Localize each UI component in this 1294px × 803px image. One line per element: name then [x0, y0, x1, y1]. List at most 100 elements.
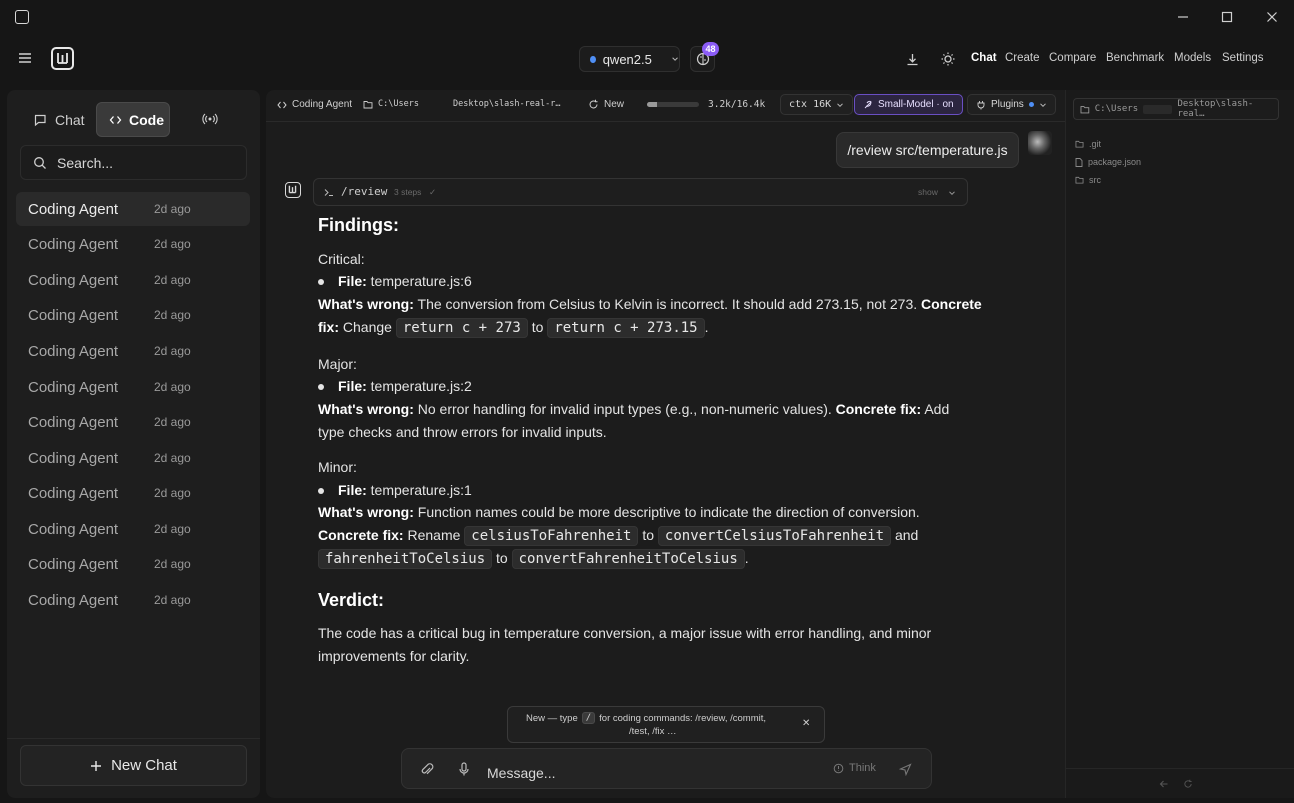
window-titlebar [0, 0, 1294, 34]
code-brackets-icon [109, 115, 122, 124]
model-selector[interactable]: qwen2.5 [579, 46, 680, 72]
verdict-heading: Verdict: [318, 590, 385, 610]
chevron-down-icon [949, 191, 955, 196]
nav-create[interactable]: Create [1005, 52, 1040, 64]
theme-toggle-sun-icon[interactable] [940, 51, 956, 67]
plug-icon [977, 100, 985, 109]
nav-compare[interactable]: Compare [1049, 52, 1096, 64]
conversation-title: Coding Agent [28, 378, 119, 396]
nav-benchmark[interactable]: Benchmark [1106, 52, 1164, 64]
tab-code[interactable]: Code [96, 102, 170, 137]
conversation-item[interactable]: Coding Agent 2d ago [16, 298, 250, 332]
conversation-time: 2d ago [154, 202, 191, 216]
toast-prefix: New — type [526, 712, 578, 724]
conversation-item[interactable]: Coding Agent 2d ago [16, 441, 250, 475]
agent-breadcrumb[interactable]: Coding Agent [277, 99, 352, 110]
minimize-button[interactable] [1172, 6, 1194, 28]
chat-bubble-icon [34, 114, 46, 127]
file-tree-item[interactable]: package.json [1075, 157, 1141, 167]
search-input[interactable]: Search... [20, 145, 247, 180]
tool-steps-bar[interactable]: /review 3 steps ✓ show [313, 178, 968, 206]
conversation-time: 2d ago [154, 344, 191, 358]
conversation-item[interactable]: Coding Agent 2d ago [16, 512, 250, 546]
folder-icon [363, 100, 373, 108]
conversation-item[interactable]: Coding Agent 2d ago [16, 227, 250, 261]
message-input[interactable]: Message... [487, 765, 555, 781]
to-word: to [531, 319, 544, 335]
file-name: src [1089, 175, 1101, 185]
context-size-select[interactable]: ctx 16K [780, 94, 854, 115]
file-label: File: [338, 482, 367, 498]
minor-fix-prefix: Rename [407, 527, 461, 543]
critical-wrong-line: What's wrong: The conversion from Celsiu… [318, 293, 982, 316]
major-wrong: No error handling for invalid input type… [417, 401, 832, 417]
user-message: /review src/temperature.js [836, 132, 1019, 168]
inline-code: fahrenheitToCelsius [318, 549, 493, 569]
plugins-label: Plugins [991, 99, 1024, 110]
explorer-path[interactable]: C:\Users Desktop\slash-real… [1073, 98, 1279, 120]
send-icon[interactable] [899, 763, 912, 776]
workspace-path[interactable]: C:\Users [363, 99, 419, 109]
app-logo-icon [51, 47, 74, 70]
file-tree-item[interactable]: .git [1075, 139, 1101, 149]
major-fix: Add [924, 401, 950, 417]
steps-show-toggle[interactable]: show [918, 187, 938, 197]
nav-models[interactable]: Models [1174, 52, 1211, 64]
menu-icon[interactable] [16, 49, 34, 67]
app-icon [15, 10, 29, 24]
file-label: File: [338, 273, 367, 289]
conversation-item[interactable]: Coding Agent 2d ago [16, 583, 250, 617]
paperclip-icon[interactable] [420, 762, 434, 777]
conversation-item[interactable]: Coding Agent 2d ago [16, 476, 250, 510]
token-progress-fill [647, 102, 658, 107]
conversation-time: 2d ago [154, 308, 191, 322]
back-arrow-icon[interactable] [1159, 779, 1169, 789]
conversation-item[interactable]: Coding Agent 2d ago [16, 334, 250, 368]
new-chat-button[interactable]: New Chat [20, 745, 247, 786]
conversation-title: Coding Agent [28, 200, 119, 218]
toast-line-1: New — type / for coding commands: /revie… [526, 712, 766, 724]
nav-settings[interactable]: Settings [1222, 52, 1264, 64]
folder-icon [1080, 105, 1090, 113]
new-session-button[interactable]: New [588, 99, 624, 110]
refresh-icon [589, 99, 598, 109]
wrong-label: What's wrong: [318, 296, 414, 312]
refresh-icon[interactable] [1183, 779, 1193, 789]
conversation-time: 2d ago [154, 273, 191, 287]
close-window-button[interactable] [1261, 6, 1283, 28]
critical-file: temperature.js:6 [370, 273, 472, 289]
conversation-time: 2d ago [154, 557, 191, 571]
steps-check-icon: ✓ [429, 187, 437, 197]
small-model-toggle[interactable]: Small-Model · on [854, 94, 963, 115]
inline-code: convertFahrenheitToCelsius [511, 549, 745, 569]
minor-wrong: Function names could be more descriptive… [417, 504, 920, 520]
plugins-select[interactable]: Plugins [967, 94, 1056, 115]
tab-chat[interactable]: Chat [22, 104, 90, 136]
conversation-item[interactable]: Coding Agent 2d ago [16, 405, 250, 439]
major-label: Major: [318, 356, 357, 372]
nav-chat[interactable]: Chat [971, 52, 997, 64]
inline-code: return c + 273.15 [547, 318, 705, 338]
maximize-button[interactable] [1216, 6, 1238, 28]
file-tree-item[interactable]: src [1075, 175, 1101, 185]
redacted-username [1143, 104, 1173, 114]
folder-icon [1075, 140, 1084, 148]
major-file-line: File: temperature.js:2 [338, 375, 472, 398]
think-toggle[interactable]: Think [833, 762, 876, 774]
search-placeholder: Search... [57, 154, 114, 171]
model-status-dot [590, 55, 596, 63]
conversation-title: Coding Agent [28, 342, 119, 360]
user-avatar [1028, 131, 1052, 155]
microphone-icon[interactable] [458, 762, 470, 777]
conversation-time: 2d ago [154, 486, 191, 500]
conversation-item[interactable]: Coding Agent 2d ago [16, 192, 250, 226]
toast-close-icon[interactable]: ✕ [802, 718, 810, 729]
feather-icon [864, 100, 872, 108]
conversation-item[interactable]: Coding Agent 2d ago [16, 370, 250, 404]
download-icon[interactable] [905, 52, 920, 67]
chevron-down-icon [1039, 102, 1046, 107]
conversation-item[interactable]: Coding Agent 2d ago [16, 547, 250, 581]
period: . [744, 550, 749, 566]
broadcast-icon[interactable] [202, 112, 218, 126]
conversation-item[interactable]: Coding Agent 2d ago [16, 263, 250, 297]
